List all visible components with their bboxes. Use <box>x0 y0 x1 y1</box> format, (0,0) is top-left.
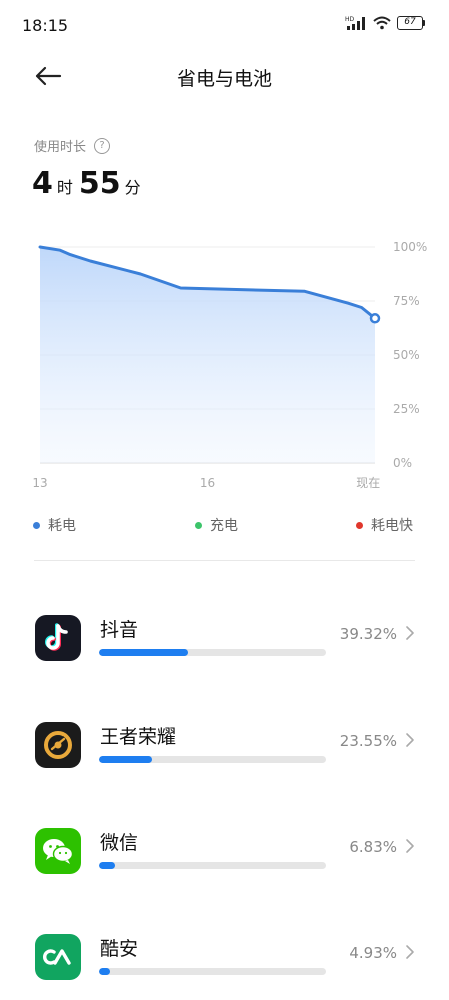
network-type-label: HD <box>345 16 355 23</box>
legend-item-charging: 充电 <box>195 515 238 535</box>
usage-label: 使用时长 <box>34 140 87 155</box>
section-divider <box>34 560 415 561</box>
legend-charging-label: 充电 <box>210 518 238 534</box>
usage-label-row: 使用时长 ? <box>34 136 111 155</box>
status-bar: 18:15 HD 67 <box>0 0 449 50</box>
usage-bar-track <box>99 862 326 869</box>
legend-fast-drain-dot <box>356 521 363 529</box>
app-name: 酷安 <box>100 938 139 960</box>
battery-level-chart: 100% 75% 50% 25% 0% 13 16 现在 <box>32 240 427 490</box>
battery-icon: 67 <box>397 16 425 30</box>
app-name: 微信 <box>100 832 139 854</box>
x-tick-label: 13 <box>32 476 47 490</box>
app-percent: 23.55% <box>339 732 397 750</box>
usage-bar-track <box>99 968 326 975</box>
legend-charging-dot <box>195 521 202 529</box>
legend-item-fast-drain: 耗电快 <box>356 515 413 535</box>
usage-bar-fill <box>99 862 115 869</box>
usage-minutes-unit: 分 <box>124 178 141 197</box>
chevron-right-icon <box>406 945 414 959</box>
usage-hours: 4 <box>32 166 53 201</box>
app-name: 抖音 <box>100 619 139 641</box>
usage-bar-track <box>99 649 326 656</box>
y-tick-label: 0% <box>393 456 412 470</box>
cellular-signal-icon: HD <box>345 16 365 30</box>
app-percent: 39.32% <box>339 625 397 643</box>
app-row-wechat[interactable]: 微信 6.83% <box>0 828 449 908</box>
chevron-right-icon <box>406 626 414 640</box>
app-percent: 6.83% <box>349 838 397 856</box>
chevron-right-icon <box>406 839 414 853</box>
help-icon[interactable]: ? <box>94 137 111 154</box>
battery-area-fill <box>40 247 375 463</box>
usage-bar-track <box>99 756 326 763</box>
y-tick-label: 75% <box>393 294 420 308</box>
usage-minutes: 55 <box>78 166 121 201</box>
battery-level: 67 <box>397 16 423 30</box>
usage-hours-unit: 时 <box>56 178 73 197</box>
wechat-icon <box>35 828 81 874</box>
usage-duration: 4 时 55 分 <box>32 166 147 201</box>
coolapk-icon <box>35 934 81 980</box>
usage-bar-fill <box>99 756 153 763</box>
x-tick-label: 16 <box>200 476 215 490</box>
y-tick-label: 100% <box>393 240 427 254</box>
legend-item-drain: 耗电 <box>33 515 76 535</box>
status-time: 18:15 <box>22 16 69 35</box>
legend-drain-dot <box>33 521 40 529</box>
honor-of-kings-icon <box>35 722 81 768</box>
app-row-douyin[interactable]: 抖音 39.32% <box>0 615 449 695</box>
status-icons: HD 67 <box>345 15 425 31</box>
app-row-honor-of-kings[interactable]: 王者荣耀 23.55% <box>0 722 449 802</box>
current-level-marker <box>369 313 381 324</box>
legend-fast-drain-label: 耗电快 <box>371 518 413 534</box>
app-row-coolapk[interactable]: 酷安 4.93% <box>0 934 449 1000</box>
x-tick-label: 现在 <box>356 476 380 490</box>
usage-bar-fill <box>99 649 189 656</box>
douyin-icon <box>35 615 81 661</box>
usage-bar-fill <box>99 968 111 975</box>
y-tick-label: 25% <box>393 402 420 416</box>
y-tick-label: 50% <box>393 348 420 362</box>
chevron-right-icon <box>406 733 414 747</box>
app-name: 王者荣耀 <box>100 726 177 748</box>
app-percent: 4.93% <box>349 944 397 962</box>
wifi-icon <box>373 16 391 30</box>
legend-drain-label: 耗电 <box>48 518 76 534</box>
page-title: 省电与电池 <box>176 68 272 90</box>
